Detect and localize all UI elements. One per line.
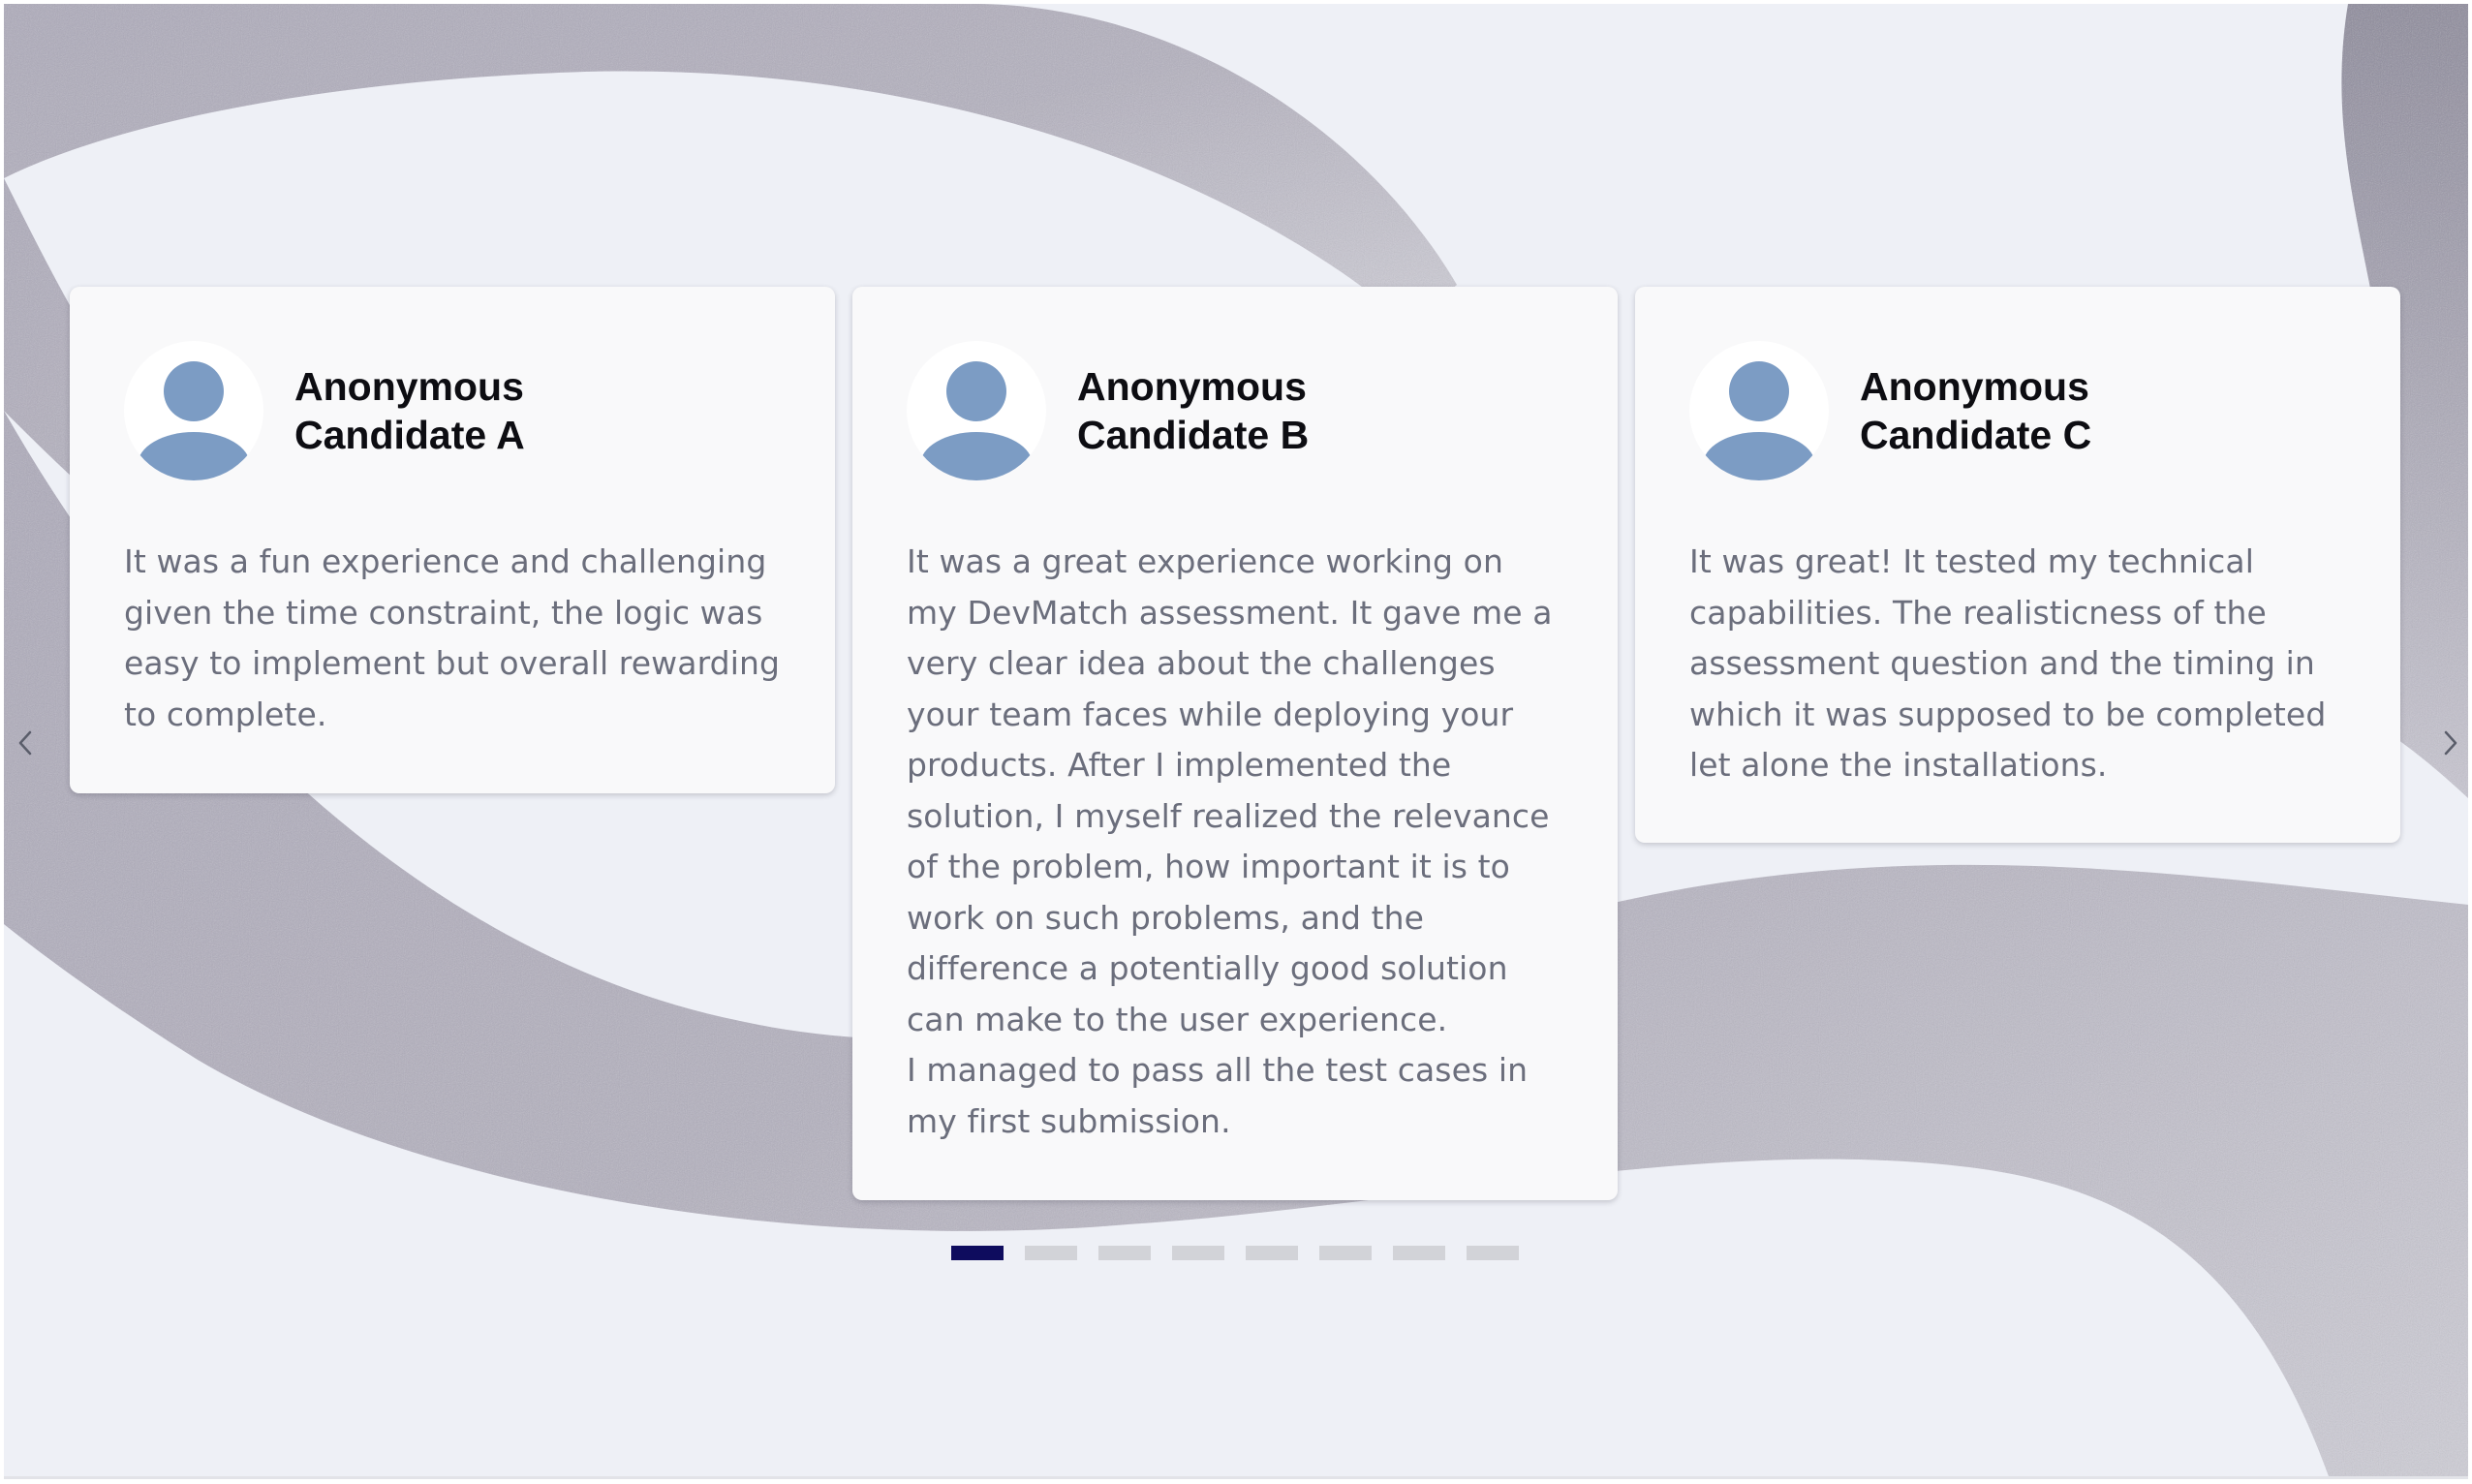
candidate-name: Anonymous Candidate A	[294, 364, 525, 457]
pagination-dot-7[interactable]	[1393, 1246, 1445, 1260]
carousel-prev-button[interactable]	[6, 719, 45, 767]
testimonial-text: It was a fun experience and challenging …	[124, 542, 781, 733]
card-header: Anonymous Candidate B	[907, 341, 1563, 480]
testimonial-text: It was great! It tested my technical cap…	[1689, 542, 2327, 784]
pagination-dot-3[interactable]	[1098, 1246, 1151, 1260]
pagination-dot-1[interactable]	[951, 1246, 1004, 1260]
candidate-name: Anonymous Candidate C	[1860, 364, 2092, 457]
carousel-pagination	[951, 1246, 1519, 1260]
carousel-next-button[interactable]	[2431, 719, 2468, 767]
chevron-left-icon	[18, 730, 32, 756]
card-header: Anonymous Candidate A	[124, 341, 781, 480]
pagination-dot-4[interactable]	[1172, 1246, 1224, 1260]
pagination-dot-8[interactable]	[1467, 1246, 1519, 1260]
pagination-dot-2[interactable]	[1025, 1246, 1077, 1260]
user-avatar-icon	[124, 341, 263, 480]
testimonial-text: It was a great experience working on my …	[907, 542, 1553, 1140]
user-avatar-icon	[907, 341, 1046, 480]
testimonial-card: Anonymous Candidate B It was a great exp…	[852, 287, 1618, 1200]
testimonial-card: Anonymous Candidate A It was a fun exper…	[70, 287, 835, 793]
user-avatar-icon	[1689, 341, 1829, 480]
card-header: Anonymous Candidate C	[1689, 341, 2346, 480]
pagination-dot-6[interactable]	[1319, 1246, 1372, 1260]
testimonial-section: Anonymous Candidate A It was a fun exper…	[4, 4, 2468, 1479]
candidate-name: Anonymous Candidate B	[1077, 364, 1310, 457]
chevron-right-icon	[2444, 730, 2457, 756]
testimonial-card: Anonymous Candidate C It was great! It t…	[1635, 287, 2400, 843]
pagination-dot-5[interactable]	[1246, 1246, 1298, 1260]
